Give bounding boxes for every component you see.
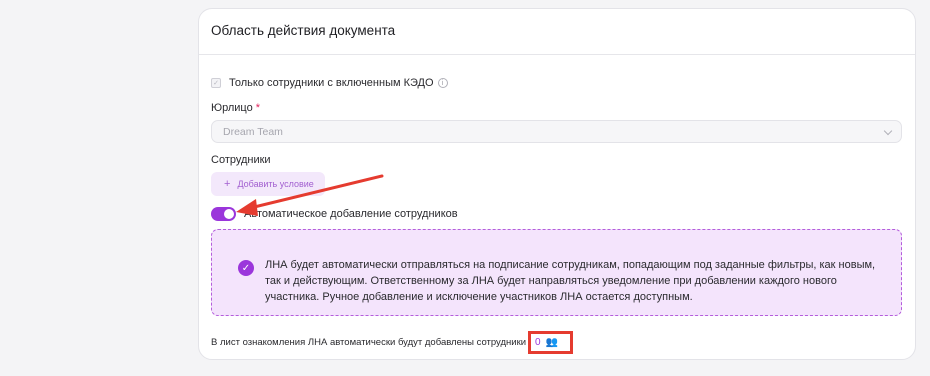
employees-label: Сотрудники: [211, 154, 271, 166]
info-text: ЛНА будет автоматически отправляться на …: [265, 259, 876, 303]
legal-entity-select[interactable]: Dream Team: [211, 120, 902, 143]
only-kedo-label: Только сотрудники с включенным КЭДО: [229, 77, 434, 89]
document-scope-card: Область действия документа ✓ Только сотр…: [198, 8, 916, 360]
add-condition-button[interactable]: + Добавить условие: [211, 172, 325, 196]
auto-add-row: Автоматическое добавление сотрудников: [211, 207, 458, 221]
plus-icon: +: [224, 178, 231, 190]
check-circle-icon: ✓: [238, 260, 254, 276]
chevron-down-icon: [883, 126, 893, 136]
toggle-knob: [224, 209, 234, 219]
auto-add-toggle[interactable]: [211, 207, 236, 221]
auto-add-label: Автоматическое добавление сотрудников: [244, 208, 458, 220]
only-kedo-row: ✓ Только сотрудники с включенным КЭДО i: [211, 77, 448, 89]
legal-entity-value: Dream Team: [223, 126, 283, 138]
add-condition-label: Добавить условие: [237, 179, 314, 189]
employee-count-badge[interactable]: 0 👥: [528, 331, 574, 354]
required-mark: *: [255, 102, 261, 114]
footer-text: В лист ознакомления ЛНА автоматически бу…: [211, 337, 527, 348]
card-title: Область действия документа: [199, 9, 915, 55]
only-kedo-checkbox[interactable]: ✓: [211, 78, 221, 88]
info-icon[interactable]: i: [437, 78, 448, 88]
legal-entity-label: Юрлицо *: [211, 102, 261, 114]
people-icon: 👥: [545, 337, 559, 348]
footer-row: В лист ознакомления ЛНА автоматически бу…: [211, 331, 574, 354]
employee-count: 0: [535, 337, 541, 348]
auto-add-info-box: ✓ ЛНА будет автоматически отправляться н…: [211, 229, 902, 316]
